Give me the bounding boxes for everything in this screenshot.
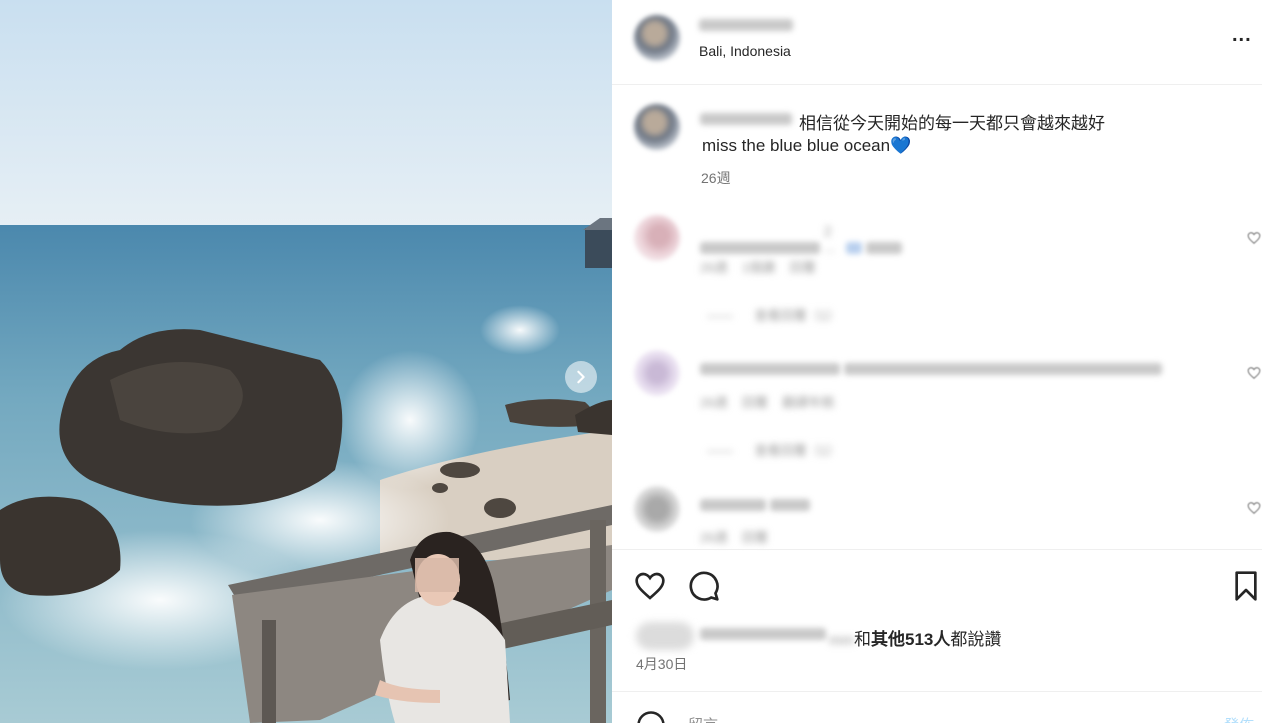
comment-text: 2 ... — [700, 223, 902, 255]
comment-icon[interactable] — [688, 570, 720, 602]
comment-avatar[interactable] — [634, 215, 680, 261]
author-avatar[interactable] — [634, 15, 680, 61]
bookmark-icon[interactable] — [1230, 570, 1262, 602]
comment-avatar[interactable] — [634, 350, 680, 396]
comment-time: 26週 — [700, 395, 728, 410]
reply-button[interactable]: 回覆 — [742, 527, 768, 546]
post-date[interactable]: 4月30日 — [636, 654, 687, 674]
view-replies-button[interactable]: —— 查看回覆（1） — [707, 305, 840, 324]
comment-likes[interactable]: 1個讚 — [742, 257, 775, 276]
emoji-icon[interactable] — [636, 710, 666, 723]
caption-time: 26週 — [701, 170, 731, 186]
likers-avatars[interactable] — [636, 622, 694, 650]
comment-text — [700, 360, 1162, 376]
post-comment-button[interactable]: 發佈 — [1224, 714, 1254, 723]
reply-button[interactable]: 回覆 — [790, 257, 816, 276]
comment-text — [700, 496, 810, 512]
comment-time: 26週 — [700, 530, 728, 545]
next-photo-button[interactable] — [565, 361, 597, 393]
comment-like-heart-icon[interactable] — [1247, 366, 1261, 380]
divider — [612, 691, 1262, 692]
emoji-icon — [845, 242, 862, 255]
beach-photo — [0, 0, 612, 723]
caption-text-line1: 相信從今天開始的每一天都只會越來越好 — [799, 114, 1105, 133]
comment-meta: 26週 回覆 翻譯年糕 — [700, 392, 834, 411]
caption-username[interactable] — [700, 113, 792, 125]
author-username[interactable] — [699, 19, 793, 31]
post-header: Bali, Indonesia ... — [612, 0, 1262, 85]
comment-input[interactable]: 留言 — [688, 714, 718, 723]
divider — [612, 549, 1262, 550]
comment-time: 26週 — [700, 260, 728, 275]
comment-like-heart-icon[interactable] — [1247, 231, 1261, 245]
caption-text-line2: miss the blue blue ocean💙 — [702, 136, 912, 155]
comment-like-heart-icon[interactable] — [1247, 501, 1261, 515]
liker-username[interactable] — [700, 628, 826, 640]
translate-button[interactable]: 翻譯年糕 — [782, 392, 834, 411]
more-options-icon[interactable]: ... — [1232, 24, 1252, 47]
post-photo[interactable] — [0, 0, 612, 723]
caption-avatar[interactable] — [634, 104, 680, 150]
comment-meta: 26週 1個讚 回覆 — [700, 257, 816, 276]
view-replies-button[interactable]: —— 查看回覆（1） — [707, 440, 840, 459]
comment-username[interactable] — [700, 363, 840, 376]
likes-count[interactable]: 其他513人 — [871, 630, 950, 649]
likes-summary[interactable]: mm和其他513人都說讚 — [829, 625, 1001, 650]
reply-button[interactable]: 回覆 — [742, 392, 768, 411]
post-location[interactable]: Bali, Indonesia — [699, 43, 791, 59]
heart-icon[interactable] — [634, 570, 666, 602]
comment-username[interactable] — [700, 242, 820, 255]
comment-username[interactable] — [700, 499, 766, 512]
post-side-panel: Bali, Indonesia ... 相信從今天開始的每一天都只會越來越好 m… — [612, 0, 1262, 723]
comment-meta: 26週 回覆 — [700, 527, 768, 546]
comment-avatar[interactable] — [634, 486, 680, 532]
next-arrow-icon — [577, 370, 585, 384]
